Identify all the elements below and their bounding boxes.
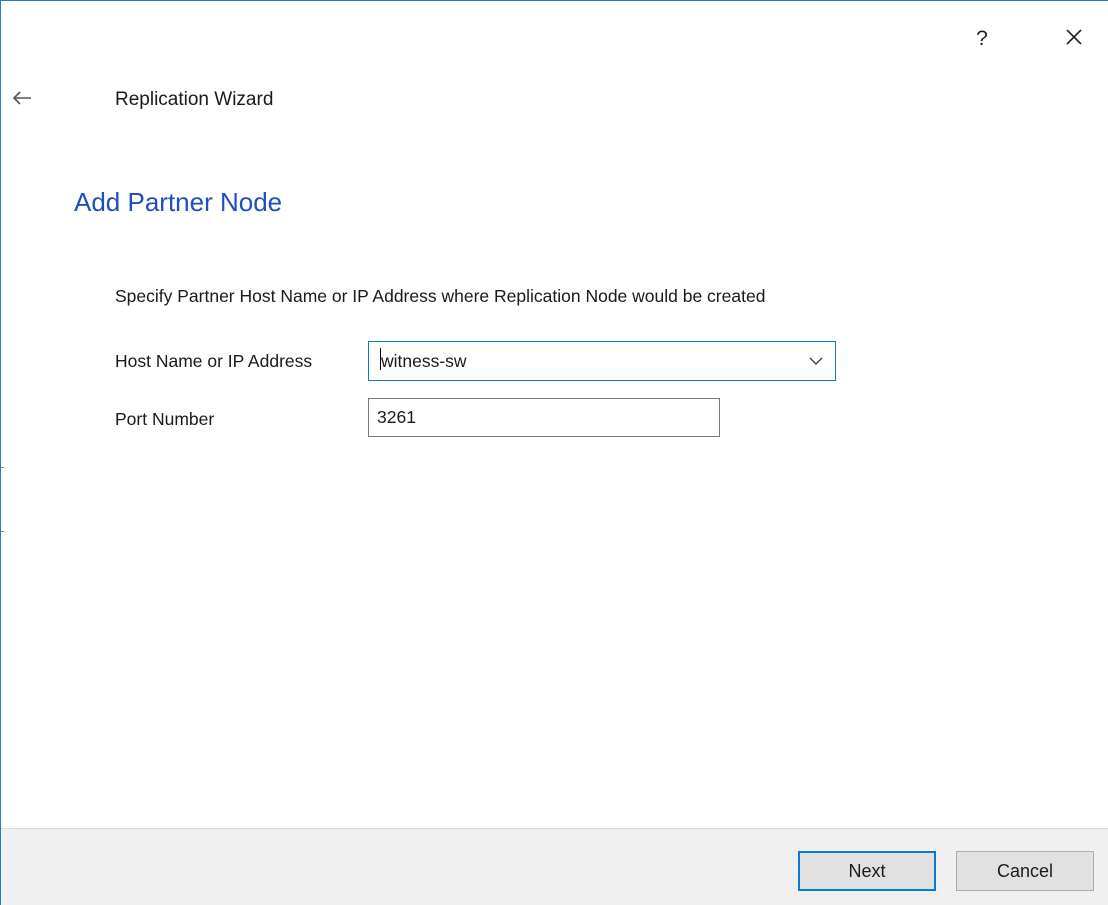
host-name-label: Host Name or IP Address	[115, 351, 313, 371]
cancel-button[interactable]: Cancel	[956, 851, 1094, 891]
chevron-down-icon[interactable]	[805, 350, 827, 372]
port-number-input[interactable]: 3261	[368, 398, 720, 437]
page-heading: Add Partner Node	[74, 187, 283, 217]
close-button[interactable]	[1051, 19, 1097, 59]
window-edge-mark	[1, 467, 4, 468]
port-number-label: Port Number	[115, 409, 215, 429]
wizard-window: ? Replication Wizard Add Partner Node Sp…	[0, 0, 1108, 905]
wizard-footer: Next Cancel	[1, 828, 1108, 905]
back-button[interactable]	[7, 85, 37, 115]
host-name-value[interactable]: witness-sw	[381, 351, 467, 372]
next-button[interactable]: Next	[798, 851, 936, 891]
port-number-value[interactable]: 3261	[377, 407, 416, 428]
host-name-combobox[interactable]: witness-sw	[368, 341, 836, 381]
help-button[interactable]: ?	[959, 19, 1005, 59]
window-edge-mark	[1, 531, 4, 532]
instruction-text: Specify Partner Host Name or IP Address …	[115, 286, 766, 306]
help-label: ?	[976, 27, 988, 50]
close-icon	[1064, 27, 1084, 52]
back-arrow-icon	[12, 90, 32, 111]
wizard-title: Replication Wizard	[115, 89, 274, 110]
